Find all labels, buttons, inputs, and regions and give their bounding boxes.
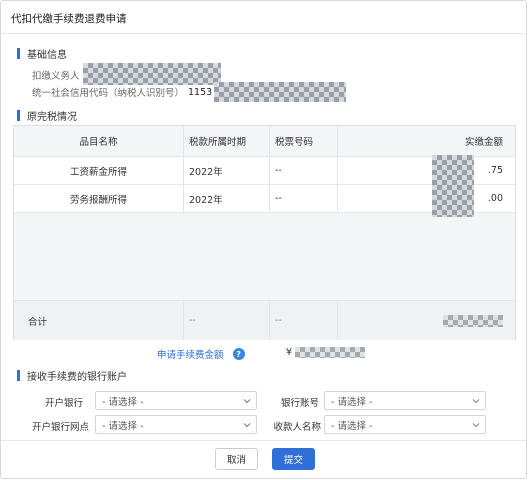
section-marker bbox=[17, 370, 20, 381]
total-ticket: -- bbox=[270, 301, 338, 340]
submit-button[interactable]: 提交 bbox=[272, 448, 315, 470]
branch-select[interactable]: - 请选择 - bbox=[95, 415, 257, 434]
fee-amount-redacted bbox=[295, 347, 366, 358]
table-total-row: 合计 -- -- bbox=[14, 300, 515, 340]
withholder-label: 扣缴义务人 bbox=[32, 71, 80, 82]
row-amount-suffix: .75 bbox=[487, 165, 503, 176]
basic-info-title-text: 基础信息 bbox=[27, 50, 67, 61]
chevron-down-icon bbox=[472, 399, 480, 404]
section-marker bbox=[17, 48, 20, 59]
col-amount: 实缴金额 bbox=[464, 137, 503, 148]
total-period: -- bbox=[184, 301, 270, 340]
question-circle-icon[interactable]: ? bbox=[232, 348, 245, 360]
bank-section-title: 接收手续费的银行账户 bbox=[17, 368, 127, 383]
col-ticket: 税票号码 bbox=[270, 126, 338, 156]
row-period: 2022年 bbox=[184, 185, 270, 212]
chevron-down-icon bbox=[243, 423, 251, 428]
open-bank-select[interactable]: - 请选择 - bbox=[95, 391, 257, 410]
branch-value: - 请选择 - bbox=[102, 420, 144, 432]
fee-label: 申请手续费金额 bbox=[157, 350, 224, 361]
total-amount-redacted bbox=[443, 314, 503, 327]
credit-code-redacted bbox=[214, 82, 347, 102]
currency-symbol: ¥ bbox=[286, 347, 293, 358]
row-amount-suffix: .00 bbox=[487, 193, 503, 204]
payee-select[interactable]: - 请选择 - bbox=[324, 415, 486, 434]
row-item-name: 工资薪金所得 bbox=[14, 157, 184, 184]
basic-info-section-title: 基础信息 bbox=[17, 46, 67, 61]
row-amount: .00 bbox=[338, 185, 515, 212]
fee-value: ¥ bbox=[286, 347, 366, 358]
chevron-down-icon bbox=[472, 423, 480, 428]
tax-status-title-text: 原完税情况 bbox=[27, 112, 77, 123]
refund-dialog: 代扣代缴手续费退费申请 基础信息 扣缴义务人 统一社会信用代码（纳税人识别号） … bbox=[0, 0, 527, 479]
row-ticket: -- bbox=[270, 185, 338, 212]
fee-row: 申请手续费金额 ? bbox=[157, 347, 245, 361]
row-period: 2022年 bbox=[184, 157, 270, 184]
branch-label: 开户银行网点 bbox=[31, 422, 89, 433]
tax-status-section-title: 原完税情况 bbox=[17, 108, 77, 123]
account-label: 银行账号 bbox=[280, 398, 319, 409]
table-header: 品目名称 税款所属时期 税票号码 实缴金额 bbox=[14, 126, 515, 157]
credit-code-value: 1153 bbox=[188, 86, 213, 98]
total-label: 合计 bbox=[14, 301, 184, 340]
row-amount: .75 bbox=[338, 157, 515, 184]
account-value: - 请选择 - bbox=[331, 396, 373, 408]
tax-table: 品目名称 税款所属时期 税票号码 实缴金额 工资薪金所得 2022年 -- .7… bbox=[13, 125, 516, 340]
credit-code-label: 统一社会信用代码（纳税人识别号） bbox=[32, 88, 185, 99]
cancel-button[interactable]: 取消 bbox=[215, 448, 258, 470]
section-marker bbox=[17, 110, 20, 121]
credit-code-line: 统一社会信用代码（纳税人识别号） 1153 bbox=[32, 82, 347, 102]
account-select[interactable]: - 请选择 - bbox=[324, 391, 486, 410]
col-period: 税款所属时期 bbox=[184, 126, 270, 156]
row-item-name: 劳务报酬所得 bbox=[14, 185, 184, 212]
chevron-down-icon bbox=[243, 399, 251, 404]
amount-redacted bbox=[432, 155, 474, 217]
title-divider bbox=[1, 33, 526, 34]
payee-value: - 请选择 - bbox=[331, 420, 373, 432]
row-ticket: -- bbox=[270, 157, 338, 184]
footer-divider bbox=[1, 440, 526, 441]
bank-title-text: 接收手续费的银行账户 bbox=[27, 372, 127, 383]
col-item-name: 品目名称 bbox=[14, 126, 184, 156]
dialog-title: 代扣代缴手续费退费申请 bbox=[11, 13, 127, 25]
open-bank-label: 开户银行 bbox=[44, 398, 83, 409]
payee-label: 收款人名称 bbox=[273, 422, 321, 433]
total-amount bbox=[338, 301, 515, 340]
open-bank-value: - 请选择 - bbox=[102, 396, 144, 408]
